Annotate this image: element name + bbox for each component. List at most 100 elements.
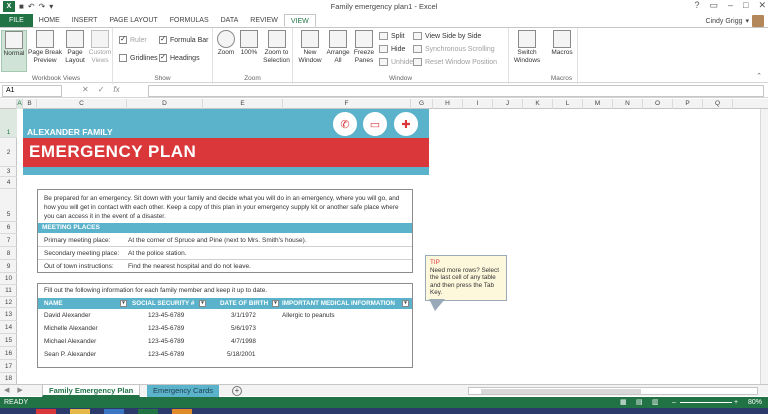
- table-row[interactable]: Sean P. Alexander 123-45-6789 5/18/2001: [38, 348, 412, 361]
- row-header[interactable]: 3: [0, 167, 17, 177]
- normal-view-button[interactable]: Normal: [1, 30, 27, 72]
- meeting-row[interactable]: Secondary meeting place: At the police s…: [38, 248, 412, 260]
- table-row[interactable]: David Alexander 123-45-6789 3/1/1972 All…: [38, 309, 412, 322]
- row-header[interactable]: 12: [0, 297, 17, 308]
- column-header[interactable]: P: [673, 99, 703, 109]
- column-header[interactable]: H: [433, 99, 463, 109]
- collapse-ribbon-icon[interactable]: ⌃: [756, 72, 762, 80]
- gridlines-checkbox[interactable]: Gridlines: [119, 54, 158, 62]
- user-account[interactable]: Cindy Grigg ▾: [706, 15, 764, 27]
- minimize-icon[interactable]: –: [728, 0, 733, 11]
- column-header[interactable]: F: [283, 99, 411, 109]
- row-header[interactable]: 8: [0, 247, 17, 260]
- vertical-scrollbar[interactable]: [760, 109, 768, 384]
- page-break-preview-button[interactable]: Page Break Preview: [28, 30, 62, 65]
- column-header[interactable]: G: [411, 99, 433, 109]
- unhide-button[interactable]: Unhide: [379, 58, 413, 66]
- meeting-row[interactable]: Primary meeting place: At the corner of …: [38, 235, 412, 247]
- reset-window-position-button[interactable]: Reset Window Position: [413, 58, 497, 66]
- arrange-all-button[interactable]: Arrange All: [326, 30, 350, 65]
- row-header[interactable]: 16: [0, 347, 17, 360]
- row-header[interactable]: 2: [0, 138, 17, 167]
- tab-formulas[interactable]: FORMULAS: [164, 14, 215, 27]
- taskbar-app-icon[interactable]: [36, 409, 56, 414]
- taskbar-app-icon[interactable]: [104, 409, 124, 414]
- column-header[interactable]: C: [37, 99, 127, 109]
- column-header[interactable]: K: [523, 99, 553, 109]
- page-title[interactable]: EMERGENCY PLAN: [29, 142, 196, 162]
- sheet-tab-emergency-cards[interactable]: Emergency Cards: [147, 385, 220, 397]
- zoom-100-button[interactable]: 100%: [238, 30, 260, 57]
- column-header[interactable]: Q: [703, 99, 733, 109]
- tab-page-layout[interactable]: PAGE LAYOUT: [103, 14, 163, 27]
- new-window-button[interactable]: New Window: [295, 30, 325, 65]
- row-header[interactable]: 14: [0, 321, 17, 334]
- row-header[interactable]: 5: [0, 189, 17, 222]
- zoom-out-icon[interactable]: –: [672, 397, 676, 408]
- column-header[interactable]: N: [613, 99, 643, 109]
- name-box[interactable]: A1: [2, 85, 62, 97]
- family-name[interactable]: ALEXANDER FAMILY: [27, 127, 113, 137]
- view-side-by-side-button[interactable]: View Side by Side: [413, 32, 481, 40]
- close-icon[interactable]: ✕: [758, 0, 766, 11]
- zoom-selection-button[interactable]: Zoom to Selection: [261, 30, 292, 65]
- row-header[interactable]: 13: [0, 308, 17, 321]
- add-sheet-button[interactable]: +: [232, 386, 242, 396]
- next-sheet-icon[interactable]: ▶: [17, 385, 22, 397]
- taskbar-app-icon[interactable]: [172, 409, 192, 414]
- fill-note[interactable]: Fill out the following information for e…: [44, 287, 267, 294]
- row-header[interactable]: 15: [0, 334, 17, 347]
- tab-review[interactable]: REVIEW: [244, 14, 284, 27]
- row-header[interactable]: 10: [0, 273, 17, 285]
- select-all-corner[interactable]: [0, 99, 17, 109]
- macros-button[interactable]: Macros: [549, 30, 575, 57]
- column-header[interactable]: O: [643, 99, 673, 109]
- table-row[interactable]: Michelle Alexander 123-45-6789 5/6/1973: [38, 322, 412, 335]
- row-header[interactable]: 4: [0, 177, 17, 189]
- scroll-thumb[interactable]: [481, 389, 641, 394]
- help-icon[interactable]: ?: [694, 0, 699, 11]
- tab-file[interactable]: FILE: [0, 14, 33, 27]
- page-layout-status-icon[interactable]: ▤: [636, 397, 643, 408]
- row-header[interactable]: 11: [0, 285, 17, 297]
- row-header[interactable]: 17: [0, 360, 17, 373]
- switch-windows-button[interactable]: Switch Windows: [510, 30, 544, 65]
- taskbar-app-icon[interactable]: [70, 409, 90, 414]
- column-header[interactable]: B: [23, 99, 37, 109]
- zoom-level[interactable]: 80%: [748, 397, 762, 408]
- filter-dropdown-icon[interactable]: ▾: [402, 300, 409, 307]
- meeting-row[interactable]: Out of town instructions: Find the neare…: [38, 261, 412, 273]
- column-header[interactable]: E: [203, 99, 283, 109]
- horizontal-scrollbar[interactable]: [468, 387, 758, 395]
- freeze-panes-button[interactable]: Freeze Panes: [351, 30, 377, 65]
- row-header[interactable]: 6: [0, 222, 17, 234]
- taskbar-app-icon[interactable]: [138, 409, 158, 414]
- custom-views-button[interactable]: Custom Views: [88, 30, 112, 65]
- column-header[interactable]: J: [493, 99, 523, 109]
- zoom-button[interactable]: Zoom: [215, 30, 237, 57]
- column-header[interactable]: I: [463, 99, 493, 109]
- tip-callout[interactable]: TIP Need more rows? Select the last cell…: [425, 255, 507, 301]
- tab-data[interactable]: DATA: [215, 14, 245, 27]
- formula-bar-checkbox[interactable]: ✓ Formula Bar: [159, 36, 209, 44]
- split-button[interactable]: Split: [379, 32, 405, 40]
- ribbon-display-icon[interactable]: ▭: [709, 0, 718, 11]
- worksheet[interactable]: ALEXANDER FAMILY ✆ ▭ ✚ EMERGENCY PLAN Be…: [17, 109, 768, 385]
- prev-sheet-icon[interactable]: ◀: [4, 385, 9, 397]
- zoom-slider[interactable]: [680, 402, 732, 403]
- column-header[interactable]: M: [583, 99, 613, 109]
- page-break-status-icon[interactable]: ▥: [652, 397, 659, 408]
- page-layout-button[interactable]: Page Layout: [63, 30, 87, 65]
- hide-button[interactable]: Hide: [379, 45, 405, 53]
- row-header[interactable]: 1: [0, 109, 17, 138]
- maximize-icon[interactable]: □: [743, 0, 748, 11]
- filter-dropdown-icon[interactable]: ▾: [272, 300, 279, 307]
- insert-function-icon[interactable]: fx: [113, 85, 119, 94]
- filter-dropdown-icon[interactable]: ▾: [120, 300, 127, 307]
- column-header[interactable]: L: [553, 99, 583, 109]
- cancel-icon[interactable]: ✕: [82, 85, 89, 94]
- enter-icon[interactable]: ✓: [98, 85, 105, 94]
- row-header[interactable]: 7: [0, 234, 17, 247]
- row-header[interactable]: 9: [0, 260, 17, 273]
- sheet-tab-family-emergency-plan[interactable]: Family Emergency Plan: [42, 385, 141, 397]
